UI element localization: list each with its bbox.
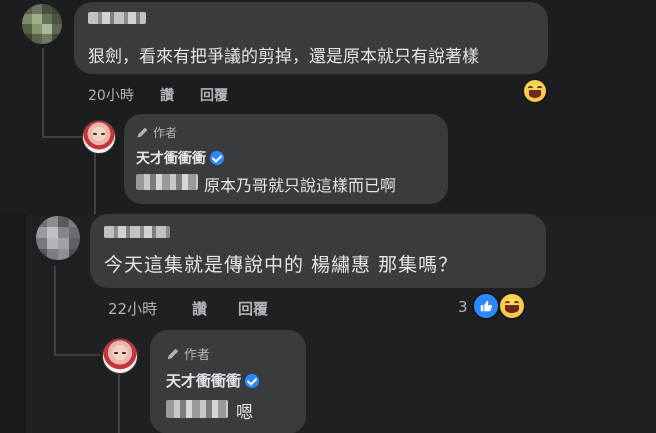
reply-button[interactable]: 回覆 xyxy=(200,85,228,105)
comment-timestamp[interactable]: 22小時 xyxy=(108,298,157,319)
author-badge-label: 作者 xyxy=(153,126,178,140)
reply-bubble[interactable]: 作者 天才衝衝衝 嗯 xyxy=(150,330,306,433)
author-badge-label: 作者 xyxy=(184,348,211,363)
mention-tag[interactable] xyxy=(136,174,198,190)
verified-icon xyxy=(210,151,224,165)
comment-thread-2: 今天這集就是傳說中的 楊繡惠 那集嗎？ 22小時 讚 回覆 3 作者 天才衝衝衝… xyxy=(26,214,656,433)
commenter-name[interactable] xyxy=(88,12,146,24)
author-name[interactable]: 天才衝衝衝 xyxy=(136,148,224,168)
comment-text: 狠劍，看來有把爭議的剪掉，還是原本就只有說著樣 xyxy=(88,47,479,67)
author-name-text[interactable]: 天才衝衝衝 xyxy=(166,370,241,391)
author-badge: 作者 xyxy=(166,344,210,363)
author-name[interactable]: 天才衝衝衝 xyxy=(166,370,260,391)
like-button[interactable]: 讚 xyxy=(192,298,207,319)
thread-connector xyxy=(42,136,82,138)
thread-line xyxy=(42,48,44,138)
thread-line xyxy=(54,266,56,356)
like-button[interactable]: 讚 xyxy=(160,85,174,105)
comment-bubble[interactable]: 狠劍，看來有把爭議的剪掉，還是原本就只有說著樣 xyxy=(74,2,548,74)
thread-line xyxy=(118,374,120,433)
reply-text: 原本乃哥就只說這樣而已啊 xyxy=(204,176,397,195)
reaction-count[interactable]: 3 xyxy=(458,298,468,316)
author-badge: 作者 xyxy=(136,124,177,141)
pencil-icon xyxy=(167,348,179,359)
thread-line xyxy=(94,152,96,214)
commenter-avatar[interactable] xyxy=(22,4,62,44)
mention-tag[interactable] xyxy=(166,400,228,418)
haha-icon[interactable] xyxy=(498,292,526,320)
comment-bubble[interactable]: 今天這集就是傳說中的 楊繡惠 那集嗎？ xyxy=(90,214,546,288)
author-avatar[interactable] xyxy=(82,120,116,154)
author-name-text[interactable]: 天才衝衝衝 xyxy=(136,148,206,168)
comment-timestamp[interactable]: 20小時 xyxy=(88,85,134,105)
commenter-name[interactable] xyxy=(104,226,170,238)
thread-connector xyxy=(54,354,100,356)
pencil-icon xyxy=(137,127,148,138)
reply-text: 嗯 xyxy=(236,403,253,423)
comment-text: 今天這集就是傳說中的 楊繡惠 那集嗎？ xyxy=(104,254,459,276)
commenter-avatar[interactable] xyxy=(36,216,80,260)
verified-icon xyxy=(245,373,260,388)
reply-bubble[interactable]: 作者 天才衝衝衝 原本乃哥就只說這樣而已啊 xyxy=(124,114,448,204)
haha-icon[interactable] xyxy=(522,78,548,104)
reply-button[interactable]: 回覆 xyxy=(238,298,268,319)
author-avatar[interactable] xyxy=(102,338,138,374)
comment-thread-1: 狠劍，看來有把爭議的剪掉，還是原本就只有說著樣 20小時 讚 回覆 作者 天才衝… xyxy=(0,0,656,214)
like-icon[interactable] xyxy=(472,292,500,320)
